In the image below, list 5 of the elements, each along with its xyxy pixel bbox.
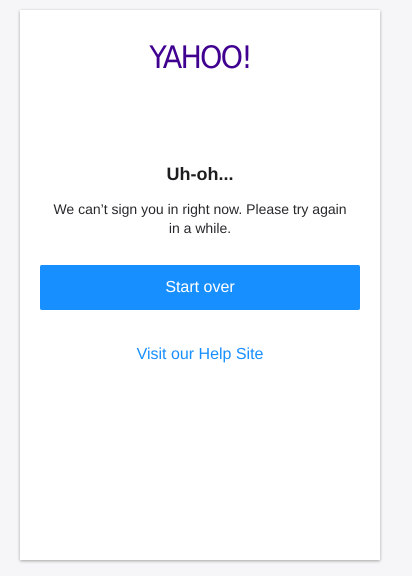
error-message: We can’t sign you in right now. Please try again in a while.	[52, 200, 348, 238]
logo: YAHOO!	[149, 40, 251, 76]
help-site-link[interactable]: Visit our Help Site	[136, 346, 264, 364]
error-title: Uh-oh...	[166, 163, 234, 186]
start-over-button[interactable]: Start over	[40, 265, 360, 310]
